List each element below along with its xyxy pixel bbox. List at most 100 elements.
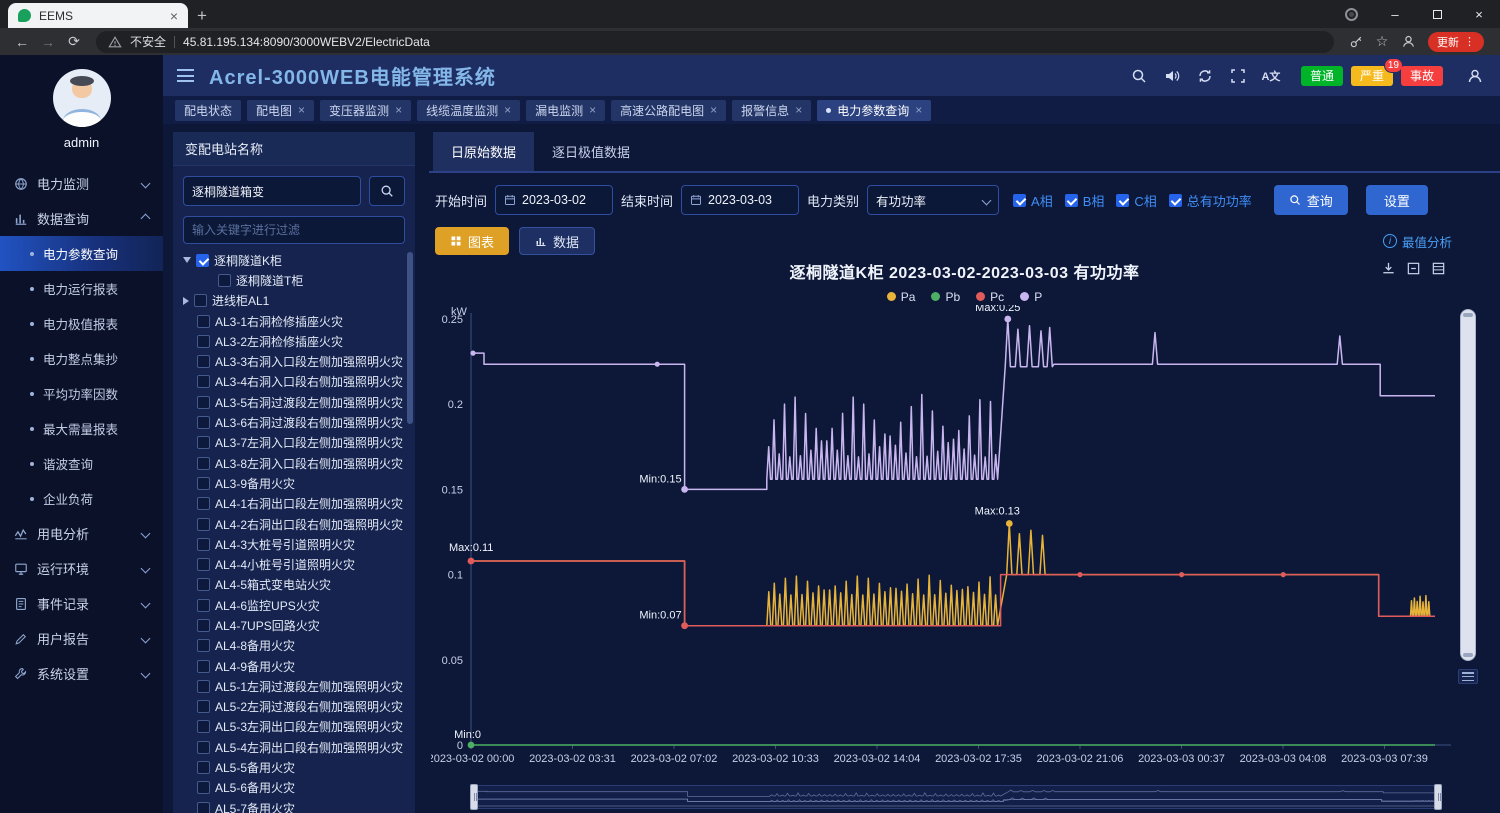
tree-item[interactable]: AL3-7左洞入口段左侧加强照明火灾 [173, 433, 415, 453]
data-tab[interactable]: 日原始数据 [433, 132, 534, 171]
tree-item[interactable]: AL5-7备用火灾 [173, 798, 415, 813]
tree-filter-input[interactable] [183, 216, 405, 244]
back-icon[interactable]: ← [10, 30, 34, 54]
tree-item[interactable]: AL4-7UPS回路火灾 [173, 615, 415, 635]
tree-item[interactable]: AL5-5备用火灾 [173, 757, 415, 777]
station-search-button[interactable] [369, 176, 405, 206]
menu-item[interactable]: 运行环境 [0, 551, 163, 586]
submenu-item[interactable]: 企业负荷 [0, 481, 163, 516]
profile-icon[interactable] [1396, 30, 1420, 54]
legend-item-Pc[interactable]: Pc [976, 288, 1004, 305]
forward-icon[interactable]: → [36, 30, 60, 54]
checkbox[interactable] [197, 761, 210, 774]
checkbox[interactable] [197, 396, 210, 409]
page-tab[interactable]: 电力参数查询× [817, 100, 931, 121]
close-icon[interactable]: × [710, 103, 717, 117]
url-text[interactable]: 45.81.195.134:8090/3000WEBV2/ElectricDat… [183, 35, 430, 49]
page-tab[interactable]: 漏电监测× [526, 100, 605, 121]
close-icon[interactable]: × [589, 103, 596, 117]
page-tab[interactable]: 线缆温度监测× [417, 100, 520, 121]
datazoom-right-handle[interactable] [1434, 784, 1442, 810]
legend-item-Pa[interactable]: Pa [887, 288, 916, 305]
y-datazoom-top-handle[interactable] [1463, 313, 1473, 317]
tree-item[interactable]: AL5-6备用火灾 [173, 778, 415, 798]
tree-item[interactable]: AL3-4右洞入口段右侧加强照明火灾 [173, 372, 415, 392]
checkbox[interactable] [196, 254, 209, 267]
collapse-icon[interactable] [183, 257, 191, 263]
tree-item[interactable]: AL3-2左洞检修插座火灾 [173, 331, 415, 351]
y-datazoom-slider[interactable] [1460, 309, 1476, 661]
checkbox[interactable] [197, 375, 210, 388]
menu-item[interactable]: 用电分析 [0, 516, 163, 551]
minimize-button[interactable]: – [1374, 0, 1416, 28]
close-icon[interactable]: × [298, 103, 305, 117]
tree-item[interactable]: AL4-8备用火灾 [173, 636, 415, 656]
tree-item[interactable]: AL4-5箱式变电站火灾 [173, 575, 415, 595]
phase-checkbox-C相[interactable]: C相 [1116, 191, 1156, 210]
datazoom-slider[interactable] [473, 785, 1439, 809]
user-icon[interactable] [1464, 65, 1486, 87]
tree-item[interactable]: AL3-9备用火灾 [173, 473, 415, 493]
tree-item[interactable]: AL5-3左洞出口段左侧加强照明火灾 [173, 717, 415, 737]
tree-item[interactable]: 进线柜AL1 [173, 291, 415, 311]
checkbox[interactable] [197, 416, 210, 429]
page-tab[interactable]: 高速公路配电图× [611, 100, 726, 121]
legend-item-Pb[interactable]: Pb [931, 288, 960, 305]
tree-item[interactable]: AL4-3大桩号引道照明火灾 [173, 534, 415, 554]
checkbox[interactable] [1116, 194, 1129, 207]
datazoom-left-handle[interactable] [470, 784, 478, 810]
checkbox[interactable] [1169, 194, 1182, 207]
tree-item[interactable]: AL3-5右洞过渡段左侧加强照明火灾 [173, 392, 415, 412]
tree-item[interactable]: AL3-1右洞检修插座火灾 [173, 311, 415, 331]
power-type-select[interactable]: 有功功率 [867, 185, 999, 215]
close-icon[interactable]: × [504, 103, 511, 117]
data-view-button[interactable]: 数据 [519, 227, 595, 255]
y-datazoom-bottom-handle[interactable] [1463, 653, 1473, 657]
checkbox[interactable] [197, 660, 210, 673]
tree-item[interactable]: AL4-6监控UPS火灾 [173, 595, 415, 615]
checkbox[interactable] [194, 294, 207, 307]
hamburger-icon[interactable] [177, 69, 194, 82]
checkbox[interactable] [197, 355, 210, 368]
submenu-item[interactable]: 电力运行报表 [0, 271, 163, 306]
settings-button[interactable]: 设置 [1366, 185, 1428, 215]
bookmark-star-icon[interactable]: ☆ [1370, 30, 1394, 54]
tree-item[interactable]: AL3-6右洞过渡段右侧加强照明火灾 [173, 412, 415, 432]
checkbox[interactable] [218, 274, 231, 287]
checkbox[interactable] [1013, 194, 1026, 207]
checkbox[interactable] [197, 700, 210, 713]
checkbox[interactable] [197, 518, 210, 531]
data-view-icon[interactable] [1431, 261, 1446, 276]
submenu-item[interactable]: 最大需量报表 [0, 411, 163, 446]
extreme-analysis-link[interactable]: i 最值分析 [1383, 232, 1452, 251]
checkbox[interactable] [1065, 194, 1078, 207]
maximize-button[interactable] [1416, 0, 1458, 28]
checkbox[interactable] [197, 436, 210, 449]
phase-checkbox-总有功功率[interactable]: 总有功功率 [1169, 191, 1252, 210]
submenu-item[interactable]: 谐波查询 [0, 446, 163, 481]
query-button[interactable]: 查询 [1274, 185, 1348, 215]
chart-view-button[interactable]: 图表 [435, 227, 509, 255]
checkbox[interactable] [197, 457, 210, 470]
checkbox[interactable] [197, 578, 210, 591]
new-tab-button[interactable]: + [188, 3, 216, 28]
tree-item[interactable]: AL5-4左洞出口段右侧加强照明火灾 [173, 737, 415, 757]
tree-item[interactable]: AL3-8左洞入口段右侧加强照明火灾 [173, 453, 415, 473]
download-icon[interactable] [1381, 261, 1396, 276]
menu-item[interactable]: 电力监测 [0, 166, 163, 201]
checkbox[interactable] [197, 538, 210, 551]
reload-icon[interactable]: ⟳ [62, 30, 86, 54]
key-icon[interactable] [1344, 30, 1368, 54]
end-date-input[interactable]: 2023-03-03 [681, 185, 799, 215]
submenu-item[interactable]: 电力极值报表 [0, 306, 163, 341]
tree-item[interactable]: AL4-4小桩号引道照明火灾 [173, 554, 415, 574]
menu-item[interactable]: 数据查询 [0, 201, 163, 236]
security-label[interactable]: 不安全 [130, 33, 166, 50]
close-icon[interactable]: × [915, 103, 922, 117]
checkbox[interactable] [197, 335, 210, 348]
search-icon[interactable] [1128, 65, 1150, 87]
tree-item[interactable]: 逐桐隧道T柜 [173, 270, 415, 290]
checkbox[interactable] [197, 497, 210, 510]
tree-item[interactable]: AL3-3右洞入口段左侧加强照明火灾 [173, 351, 415, 371]
close-icon[interactable]: × [395, 103, 402, 117]
